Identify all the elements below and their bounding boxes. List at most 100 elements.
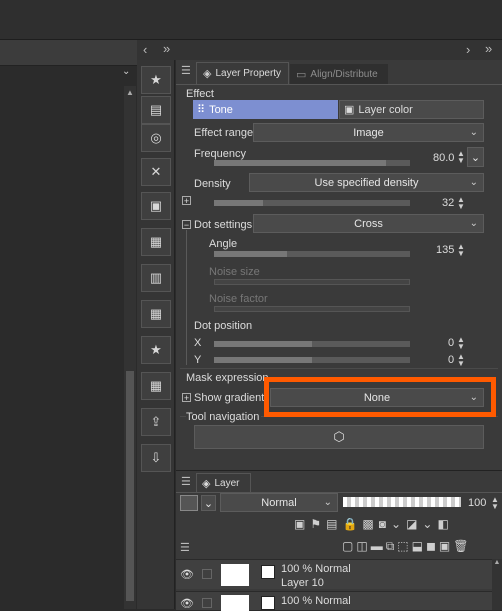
density-spinner[interactable]: ▲ ▼ xyxy=(457,196,465,211)
layer-list-scrollbar[interactable]: ▲ xyxy=(492,559,502,610)
density-expand-icon[interactable]: + xyxy=(182,196,191,206)
tool-star-icon[interactable]: ★ xyxy=(141,336,171,364)
layer-color-dropdown[interactable]: ⌄ xyxy=(201,495,216,511)
color-blend-icon[interactable]: ◧ xyxy=(437,517,448,531)
chevron-down-icon: ⌄ xyxy=(203,497,214,510)
tool-navigator-icon[interactable]: ◎ xyxy=(141,124,171,152)
delete-layer-icon[interactable]: 🗑 xyxy=(453,539,468,553)
layer-icon-row: ▣ ⚑ ▤ 🔒 ▩ ◙ ⌄ ◪ ⌄ ◧ xyxy=(294,515,502,533)
show-gradient-expand-icon[interactable]: + xyxy=(182,393,191,403)
chevron-down-icon: ⌄ xyxy=(469,391,478,403)
blend-mode-dropdown[interactable]: Normal ⌄ xyxy=(220,493,338,512)
layer-type-icon xyxy=(261,565,275,579)
new-vector-layer-icon[interactable]: ◫ xyxy=(356,539,367,553)
density-value: Use specified density xyxy=(314,176,419,189)
dot-position-label: Dot position xyxy=(194,320,253,332)
dot-settings-collapse-icon[interactable]: − xyxy=(182,220,191,230)
blend-mode-value: Normal xyxy=(261,496,297,509)
tool-navigation-button[interactable]: ⬡ xyxy=(194,425,484,449)
opacity-spinner[interactable]: ▲ ▼ xyxy=(491,496,499,511)
frequency-spinner[interactable]: ▲ ▼ xyxy=(457,150,465,165)
duplicate-layer-icon[interactable]: ⧉ xyxy=(386,539,395,554)
tab-layer-property[interactable]: ◈ Layer Property xyxy=(196,62,289,84)
x-slider[interactable] xyxy=(214,341,410,347)
layer-panel-menu-icon[interactable]: ☰ xyxy=(181,475,191,488)
new-raster-layer-icon[interactable]: ▢ xyxy=(342,539,353,553)
panel-nav-right[interactable]: › xyxy=(466,42,470,57)
tone-label: Tone xyxy=(209,103,233,116)
scroll-thumb[interactable] xyxy=(126,371,134,601)
x-value[interactable]: 0 xyxy=(448,337,454,349)
tool-animation-icon[interactable]: ▤ xyxy=(141,96,171,124)
tab-layer[interactable]: ◈ Layer xyxy=(196,473,251,492)
frequency-slider[interactable] xyxy=(214,160,410,166)
dot-settings-dropdown[interactable]: Cross ⌄ xyxy=(253,214,484,233)
layer-color-icon: ▣ xyxy=(344,104,355,116)
chevron-down-icon[interactable]: ⌄ xyxy=(422,517,432,531)
tone-button[interactable]: ⠿ Tone xyxy=(193,100,338,119)
panel-nav-left[interactable]: ‹ xyxy=(143,42,147,57)
tool-favorite-icon[interactable]: ★ xyxy=(141,66,171,94)
panel-collapse-right[interactable]: » xyxy=(485,41,492,56)
frequency-dropdown-button[interactable]: ⌄ xyxy=(467,147,484,167)
eye-icon[interactable]: 👁 xyxy=(180,568,194,581)
tool-grid-icon[interactable]: ▦ xyxy=(141,228,171,256)
canvas-dropdown-chevron[interactable]: ⌄ xyxy=(122,66,136,84)
angle-label: Angle xyxy=(209,238,238,250)
density-dropdown[interactable]: Use specified density ⌄ xyxy=(249,173,484,192)
canvas-scrollbar[interactable]: ▲ xyxy=(124,86,136,609)
tool-folder-icon[interactable]: ▥ xyxy=(141,264,171,292)
layer-color-button[interactable]: ▣ Layer color xyxy=(339,100,484,119)
tone-icon: ⠿ xyxy=(197,104,206,116)
layer-select-checkbox[interactable] xyxy=(202,569,212,579)
tool-delete-icon[interactable]: ✕ xyxy=(141,158,171,186)
chevron-down-icon[interactable]: ⌄ xyxy=(391,517,401,531)
mask-layer-icon[interactable]: ◼ xyxy=(426,539,436,553)
show-gradient-dropdown[interactable]: None ⌄ xyxy=(270,388,484,407)
tool-download-icon[interactable]: ⇩ xyxy=(141,444,171,472)
lock-icon[interactable]: 🔒 xyxy=(342,517,357,531)
camera-icon[interactable]: ▣ xyxy=(439,539,450,553)
angle-value[interactable]: 135 xyxy=(436,244,454,256)
lock-transparency-icon[interactable]: ▩ xyxy=(362,517,373,531)
noise-size-label: Noise size xyxy=(209,266,260,278)
angle-slider[interactable] xyxy=(214,251,410,257)
angle-spinner[interactable]: ▲ ▼ xyxy=(457,243,465,258)
opacity-value[interactable]: 100 xyxy=(468,497,486,509)
effect-range-dropdown[interactable]: Image ⌄ xyxy=(253,123,484,142)
panel-menu-icon[interactable]: ☰ xyxy=(181,64,191,77)
layer-select-checkbox[interactable] xyxy=(202,598,212,608)
frequency-value[interactable]: 80.0 xyxy=(433,152,454,164)
palette-icon[interactable]: ◪ xyxy=(406,517,417,531)
y-spinner[interactable]: ▲ ▼ xyxy=(457,353,465,368)
clip-icon[interactable]: ▣ xyxy=(294,517,305,531)
layer-color-swatch[interactable] xyxy=(180,495,198,511)
layer-list-menu-icon[interactable]: ☰ xyxy=(180,541,190,554)
layers-icon: ◈ xyxy=(202,477,211,490)
new-folder-icon[interactable]: ▬ xyxy=(371,539,383,553)
opacity-slider[interactable] xyxy=(343,497,461,507)
panel-collapse-button[interactable]: » xyxy=(163,41,170,56)
scroll-up-arrow[interactable]: ▲ xyxy=(492,559,502,566)
tool-grid-3-icon[interactable]: ▦ xyxy=(141,372,171,400)
eye-icon[interactable]: 👁 xyxy=(180,597,194,610)
tool-upload-icon[interactable]: ⇪ xyxy=(141,408,171,436)
mask-icon[interactable]: ◙ xyxy=(379,517,386,531)
tab-align-distribute[interactable]: ▭ Align/Distribute xyxy=(290,64,388,84)
layer-row[interactable]: 👁 100 % Normal Layer 10 xyxy=(176,559,492,589)
y-slider[interactable] xyxy=(214,357,410,363)
scroll-up-arrow[interactable]: ▲ xyxy=(124,88,136,97)
canvas-tab-bar xyxy=(0,40,138,66)
reference-icon[interactable]: ⚑ xyxy=(310,517,321,531)
tool-strip: ★ ▤ ◎ ✕ ▣ ▦ ▥ ▦ ★ ▦ ⇪ ⇩ xyxy=(137,60,175,609)
y-value[interactable]: 0 xyxy=(448,354,454,366)
tool-grid-2-icon[interactable]: ▦ xyxy=(141,300,171,328)
transfer-icon[interactable]: ⬓ xyxy=(412,539,423,553)
density-slider[interactable] xyxy=(214,200,410,206)
tool-material-icon[interactable]: ▣ xyxy=(141,192,171,220)
density-number[interactable]: 32 xyxy=(442,197,454,209)
merge-down-icon[interactable]: ⬚ xyxy=(397,539,408,553)
layer-row[interactable]: 👁 100 % Normal xyxy=(176,591,492,611)
x-spinner[interactable]: ▲ ▼ xyxy=(457,336,465,351)
draft-icon[interactable]: ▤ xyxy=(326,517,337,531)
